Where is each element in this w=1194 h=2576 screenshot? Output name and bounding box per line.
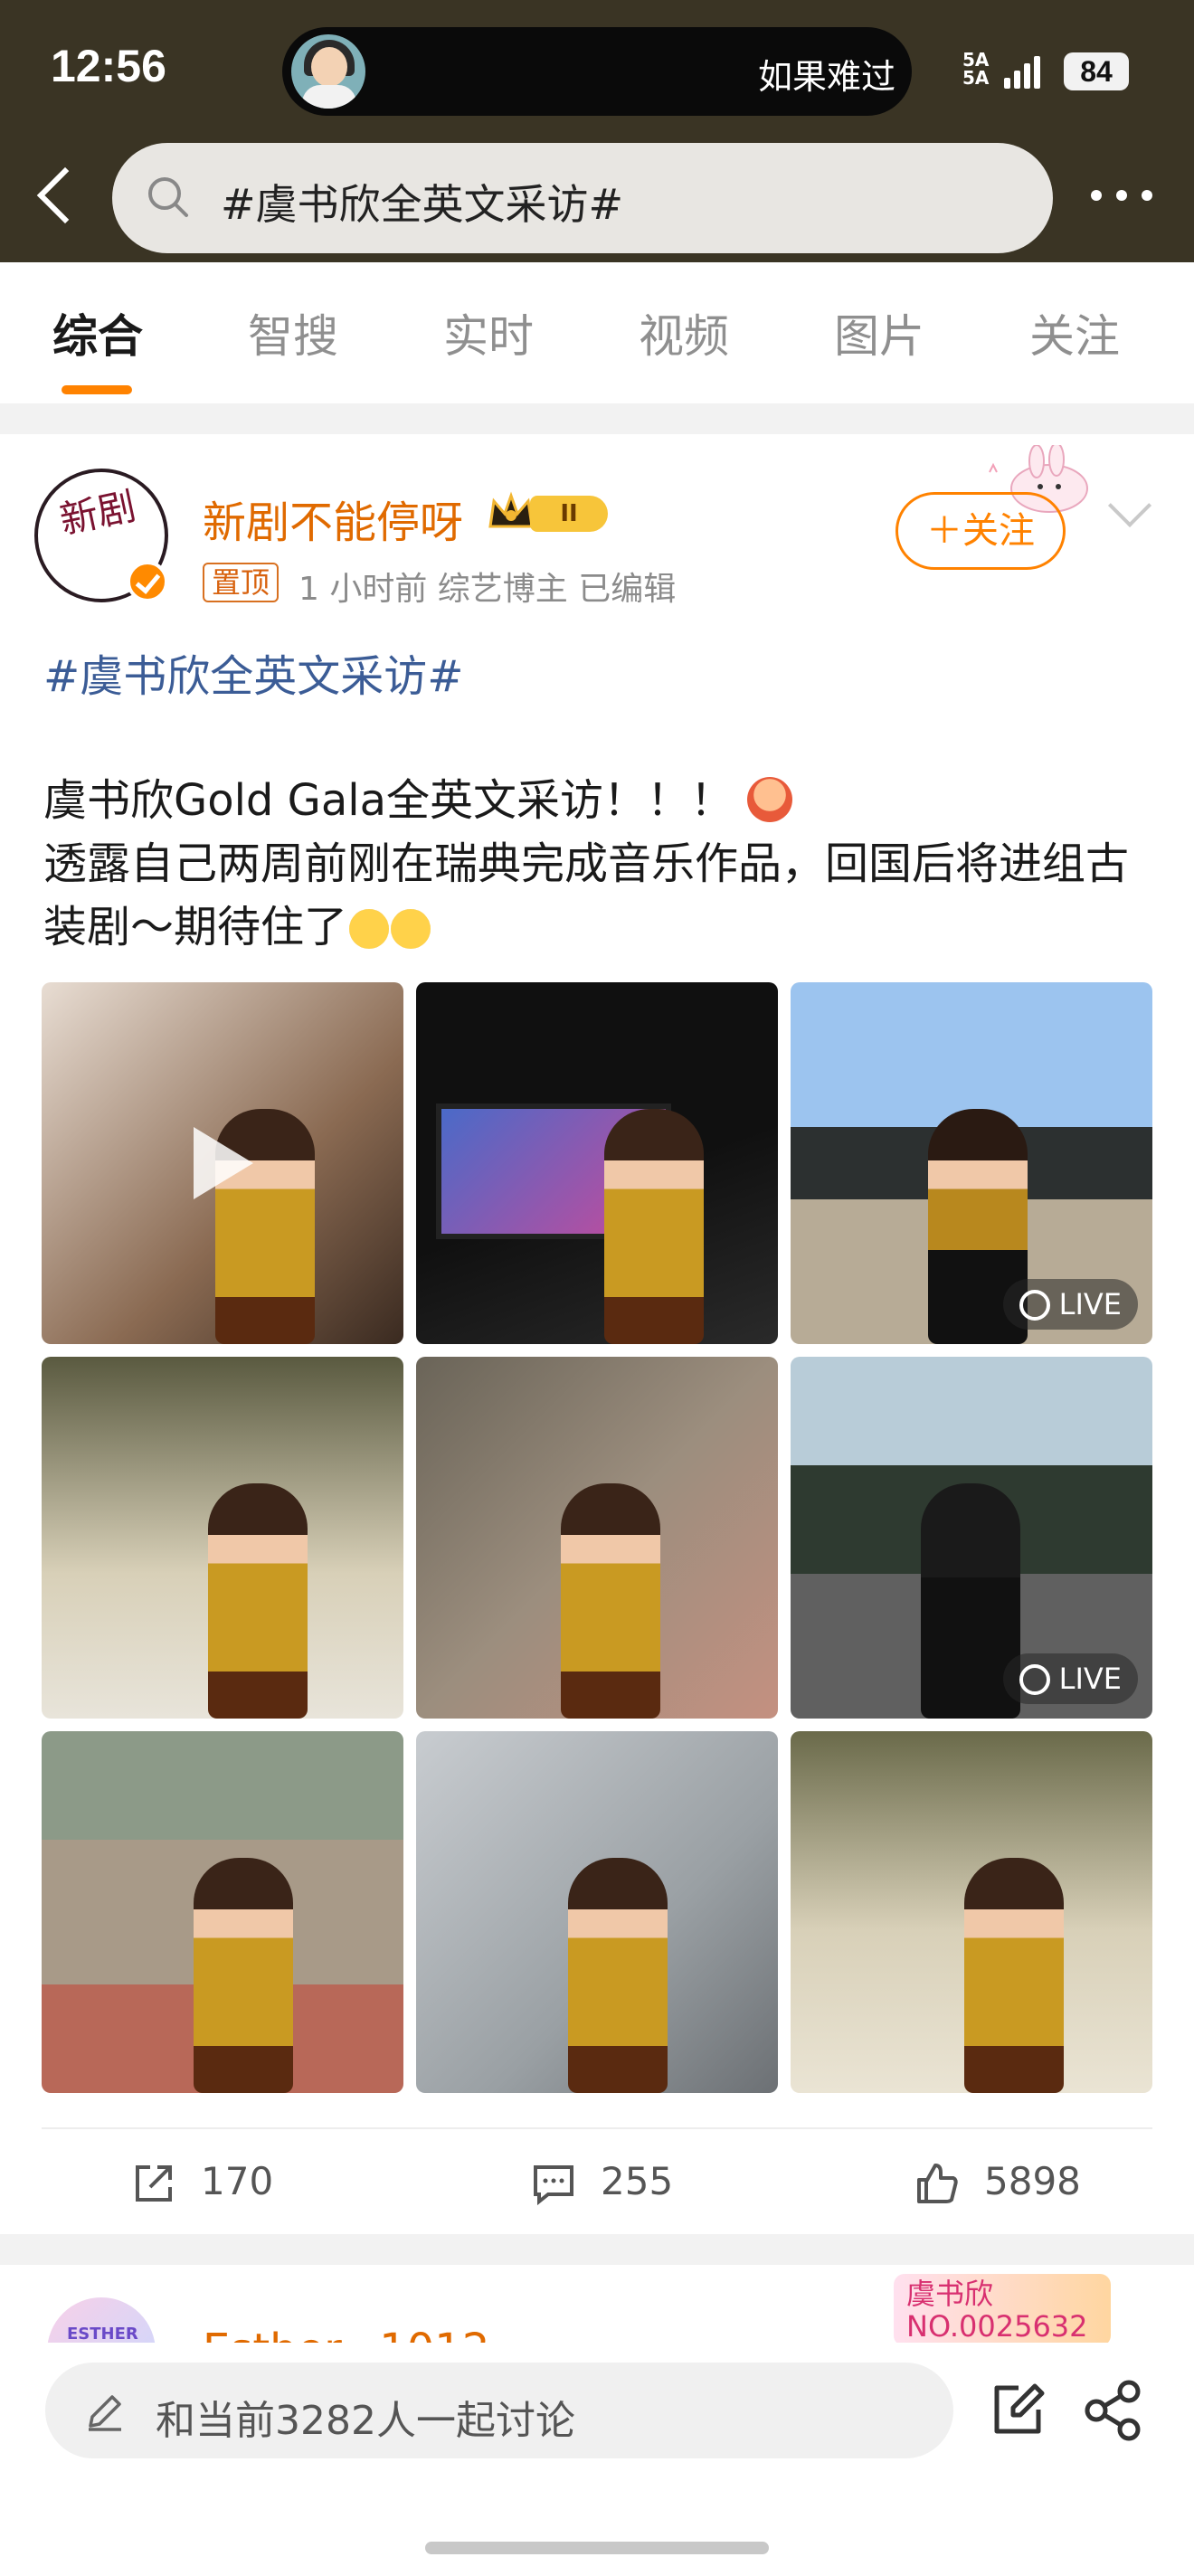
post-text-line1: 虞书欣Gold Gala全英文采访！！！	[43, 775, 734, 826]
post-image[interactable]	[42, 1357, 403, 1719]
comment-input[interactable]: 和当前3282人一起讨论	[45, 2363, 953, 2458]
verified-icon	[127, 561, 168, 602]
divider	[42, 2127, 1152, 2129]
edit-icon	[89, 2395, 121, 2431]
live-icon: LIVE	[1002, 1653, 1138, 1704]
image-grid: LIVE LIVE	[42, 982, 1152, 2093]
battery-icon: 84	[1064, 52, 1129, 90]
post-hashtag[interactable]: #虞书欣全英文采访#	[43, 640, 463, 704]
like-count: 5898	[984, 2159, 1081, 2203]
pleading-face-emoji-icon	[349, 909, 390, 949]
pinned-badge: 置顶	[203, 563, 280, 602]
dynamic-island[interactable]: 如果难过	[282, 27, 912, 116]
post-text-line2: 透露自己两周前刚在瑞典完成音乐作品，回国后将进组古装剧～期待住了	[43, 838, 1130, 952]
raising-hand-emoji-icon	[747, 777, 793, 822]
post-video-thumbnail[interactable]	[42, 982, 403, 1344]
like-icon	[917, 2164, 958, 2203]
follow-button[interactable]: ＋关注	[896, 492, 1066, 570]
active-tab-indicator	[62, 385, 132, 394]
post-card: 新剧 新剧不能停呀 II 置顶 1 小时前 综艺博主 已编辑 ＋关注 #虞书欣全…	[0, 434, 1194, 2234]
more-icon[interactable]	[1089, 177, 1161, 213]
repost-icon	[136, 2165, 172, 2202]
post-image[interactable]	[791, 1731, 1152, 2093]
sim-indicator: 5A 5A	[962, 49, 990, 89]
play-icon	[194, 1127, 253, 1199]
username[interactable]: 新剧不能停呀	[203, 487, 463, 550]
chevron-down-icon[interactable]	[1107, 483, 1152, 528]
signal-icon	[1004, 52, 1049, 89]
live-icon: LIVE	[1002, 1279, 1138, 1330]
compose-icon[interactable]	[986, 2379, 1049, 2442]
crown-icon	[488, 491, 534, 528]
tab-smart-search[interactable]: 智搜	[248, 300, 338, 365]
comment-icon	[534, 2165, 573, 2206]
repost-count: 170	[201, 2159, 274, 2203]
search-query[interactable]: #虞书欣全英文采访#	[221, 172, 623, 232]
post-image[interactable]	[42, 1731, 403, 2093]
back-icon[interactable]	[27, 159, 81, 232]
top-header: 12:56 如果难过 5A 5A 84 #虞书欣全英文采访#	[0, 0, 1194, 262]
search-bar[interactable]: #虞书欣全英文采访#	[112, 143, 1053, 253]
share-icon[interactable]	[1082, 2379, 1145, 2442]
comment-placeholder: 和当前3282人一起讨论	[156, 2398, 575, 2444]
bottom-bar: 和当前3282人一起讨论	[0, 2343, 1194, 2576]
post-image[interactable]: LIVE	[791, 1357, 1152, 1719]
home-indicator[interactable]	[425, 2542, 769, 2554]
post-meta: 1 小时前 综艺博主 已编辑	[298, 571, 677, 608]
post-image[interactable]	[416, 1357, 778, 1719]
vip-badge: II	[530, 496, 608, 532]
post-image[interactable]	[416, 982, 778, 1344]
post-text: 虞书欣Gold Gala全英文采访！！！ 透露自己两周前刚在瑞典完成音乐作品，回…	[43, 769, 1156, 959]
search-icon	[148, 177, 188, 217]
comment-count: 255	[601, 2159, 674, 2203]
tab-realtime[interactable]: 实时	[443, 300, 534, 365]
tab-images[interactable]: 图片	[834, 300, 924, 365]
island-song-title: 如果难过	[757, 57, 896, 97]
tab-video[interactable]: 视频	[639, 300, 729, 365]
search-tabs: 综合 智搜 实时 视频 图片 关注	[0, 262, 1194, 403]
tab-following[interactable]: 关注	[1029, 300, 1120, 365]
music-avatar	[291, 34, 365, 109]
fan-badge: 虞书欣 NO.0025632	[894, 2274, 1111, 2346]
post-image[interactable]	[416, 1731, 778, 2093]
pleading-face-emoji-icon	[391, 909, 431, 949]
status-time: 12:56	[51, 41, 166, 91]
tab-comprehensive[interactable]: 综合	[52, 300, 143, 365]
post-image[interactable]: LIVE	[791, 982, 1152, 1344]
